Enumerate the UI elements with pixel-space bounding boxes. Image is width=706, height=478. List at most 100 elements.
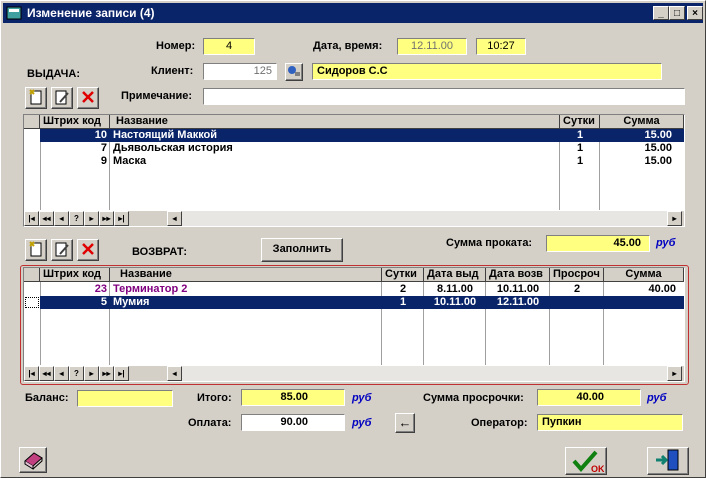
operator-field[interactable]: Пупкин bbox=[537, 414, 683, 431]
return-grid[interactable]: Штрих код Название Сутки Дата выд Дата в… bbox=[23, 267, 685, 382]
return-grid-header: Штрих код Название Сутки Дата выд Дата в… bbox=[24, 268, 684, 282]
total-unit: руб bbox=[352, 392, 372, 404]
col-header-sum[interactable]: Сумма bbox=[600, 115, 684, 129]
rent-sum-field[interactable]: 45.00 bbox=[546, 235, 650, 252]
horizontal-scrollbar[interactable] bbox=[182, 366, 667, 381]
cell-code: 23 bbox=[94, 283, 107, 295]
ok-button[interactable]: OK bbox=[565, 447, 607, 475]
copy-total-button[interactable]: ← bbox=[395, 413, 415, 433]
col-header-overdue[interactable]: Просроч bbox=[550, 268, 604, 282]
scroll-left-button[interactable]: ◂ bbox=[167, 211, 182, 226]
cell-issued: 10.11.00 bbox=[433, 296, 477, 308]
col-header-days[interactable]: Сутки bbox=[560, 115, 600, 129]
nav-prev-page-button[interactable]: ◂◂ bbox=[39, 366, 54, 381]
cell-sum: 15.00 bbox=[644, 142, 672, 154]
cell-overdue: 2 bbox=[573, 283, 581, 295]
horizontal-scrollbar[interactable] bbox=[182, 211, 667, 226]
issue-add-button[interactable] bbox=[25, 87, 47, 109]
number-field[interactable]: 4 bbox=[203, 38, 255, 55]
exit-button[interactable] bbox=[647, 447, 689, 475]
title-bar[interactable]: Изменение записи (4) _ □ × bbox=[3, 3, 703, 23]
client-label: Клиент: bbox=[151, 65, 194, 77]
cell-code: 5 bbox=[100, 296, 107, 308]
overdue-sum-label: Сумма просрочки: bbox=[423, 392, 524, 404]
nav-prev-button[interactable]: ◂ bbox=[54, 211, 69, 226]
client-id-field[interactable]: 125 bbox=[203, 63, 277, 80]
add-record-icon bbox=[29, 241, 42, 257]
cell-code: 10 bbox=[94, 129, 107, 141]
col-header-sum[interactable]: Сумма bbox=[604, 268, 684, 282]
nav-prev-button[interactable]: ◂ bbox=[54, 366, 69, 381]
delete-record-icon bbox=[82, 91, 94, 103]
minimize-button[interactable]: _ bbox=[653, 6, 669, 20]
client-lookup-button[interactable] bbox=[285, 63, 303, 81]
nav-prev-page-button[interactable]: ◂◂ bbox=[39, 211, 54, 226]
total-label: Итого: bbox=[197, 392, 232, 404]
col-header-name[interactable]: Название bbox=[110, 115, 560, 129]
nav-next-button[interactable]: ▸ bbox=[84, 211, 99, 226]
indicator-header bbox=[24, 268, 40, 282]
cell-name: Маска bbox=[113, 155, 147, 167]
operator-label: Оператор: bbox=[471, 417, 528, 429]
indicator-header bbox=[24, 115, 40, 129]
time-field[interactable]: 10:27 bbox=[476, 38, 526, 55]
balance-field[interactable] bbox=[77, 390, 173, 407]
book-icon bbox=[24, 452, 43, 470]
nav-first-button[interactable]: |◂ bbox=[24, 366, 39, 381]
col-header-issued[interactable]: Дата выд bbox=[424, 268, 486, 282]
nav-help-button[interactable]: ? bbox=[69, 211, 84, 226]
return-add-button[interactable] bbox=[25, 239, 47, 261]
table-row[interactable]: 5 Мумия 1 10.11.00 12.11.00 bbox=[40, 296, 684, 309]
issue-edit-button[interactable] bbox=[51, 87, 73, 109]
cell-code: 7 bbox=[100, 142, 107, 154]
cell-name: Дьявольская история bbox=[113, 142, 233, 154]
cell-name: Мумия bbox=[113, 296, 150, 308]
overdue-sum-field[interactable]: 40.00 bbox=[537, 389, 641, 406]
col-header-name[interactable]: Название bbox=[110, 268, 382, 282]
return-edit-button[interactable] bbox=[51, 239, 73, 261]
scroll-right-button[interactable]: ▸ bbox=[667, 366, 682, 381]
table-row[interactable]: 23 Терминатор 2 2 8.11.00 10.11.00 2 40.… bbox=[40, 283, 684, 296]
issue-grid[interactable]: Штрих код Название Сутки Сумма 10 Настоя… bbox=[23, 114, 685, 227]
scroll-left-button[interactable]: ◂ bbox=[167, 366, 182, 381]
nav-help-button[interactable]: ? bbox=[69, 366, 84, 381]
cell-days: 2 bbox=[399, 283, 407, 295]
cell-name: Терминатор 2 bbox=[113, 283, 188, 295]
nav-last-button[interactable]: ▸| bbox=[114, 366, 129, 381]
nav-first-button[interactable]: |◂ bbox=[24, 211, 39, 226]
col-header-code[interactable]: Штрих код bbox=[40, 268, 110, 282]
nav-next-page-button[interactable]: ▸▸ bbox=[99, 211, 114, 226]
fill-button[interactable]: Заполнить bbox=[261, 238, 343, 262]
svg-text:OK: OK bbox=[591, 464, 604, 474]
note-field[interactable] bbox=[203, 88, 685, 105]
maximize-button[interactable]: □ bbox=[669, 6, 685, 20]
total-field[interactable]: 85.00 bbox=[241, 389, 345, 406]
client-name-field[interactable]: Сидоров С.С bbox=[312, 63, 662, 80]
table-row[interactable]: 7 Дьявольская история 1 15.00 bbox=[40, 142, 684, 155]
cell-days: 1 bbox=[576, 142, 584, 154]
edit-record-icon bbox=[55, 242, 69, 257]
cell-days: 1 bbox=[576, 129, 584, 141]
book-button[interactable] bbox=[19, 447, 47, 473]
cell-returned: 10.11.00 bbox=[496, 283, 540, 295]
col-header-returned[interactable]: Дата возв bbox=[486, 268, 550, 282]
ok-check-icon: OK bbox=[572, 450, 604, 474]
nav-last-button[interactable]: ▸| bbox=[114, 211, 129, 226]
cell-sum: 15.00 bbox=[644, 155, 672, 167]
table-row[interactable]: 10 Настоящий Маккой 1 15.00 bbox=[40, 129, 684, 142]
exit-door-icon bbox=[656, 449, 679, 471]
return-delete-button[interactable] bbox=[77, 239, 99, 261]
rent-sum-unit: руб bbox=[656, 237, 676, 249]
nav-next-page-button[interactable]: ▸▸ bbox=[99, 366, 114, 381]
issue-delete-button[interactable] bbox=[77, 87, 99, 109]
table-row[interactable]: 9 Маска 1 15.00 bbox=[40, 155, 684, 168]
scroll-right-button[interactable]: ▸ bbox=[667, 211, 682, 226]
payment-field[interactable]: 90.00 bbox=[241, 414, 345, 431]
col-header-code[interactable]: Штрих код bbox=[40, 115, 110, 129]
col-header-days[interactable]: Сутки bbox=[382, 268, 424, 282]
close-button[interactable]: × bbox=[687, 6, 703, 20]
cell-code: 9 bbox=[100, 155, 107, 167]
nav-next-button[interactable]: ▸ bbox=[84, 366, 99, 381]
date-field[interactable]: 12.11.00 bbox=[397, 38, 467, 55]
datetime-label: Дата, время: bbox=[313, 40, 383, 52]
